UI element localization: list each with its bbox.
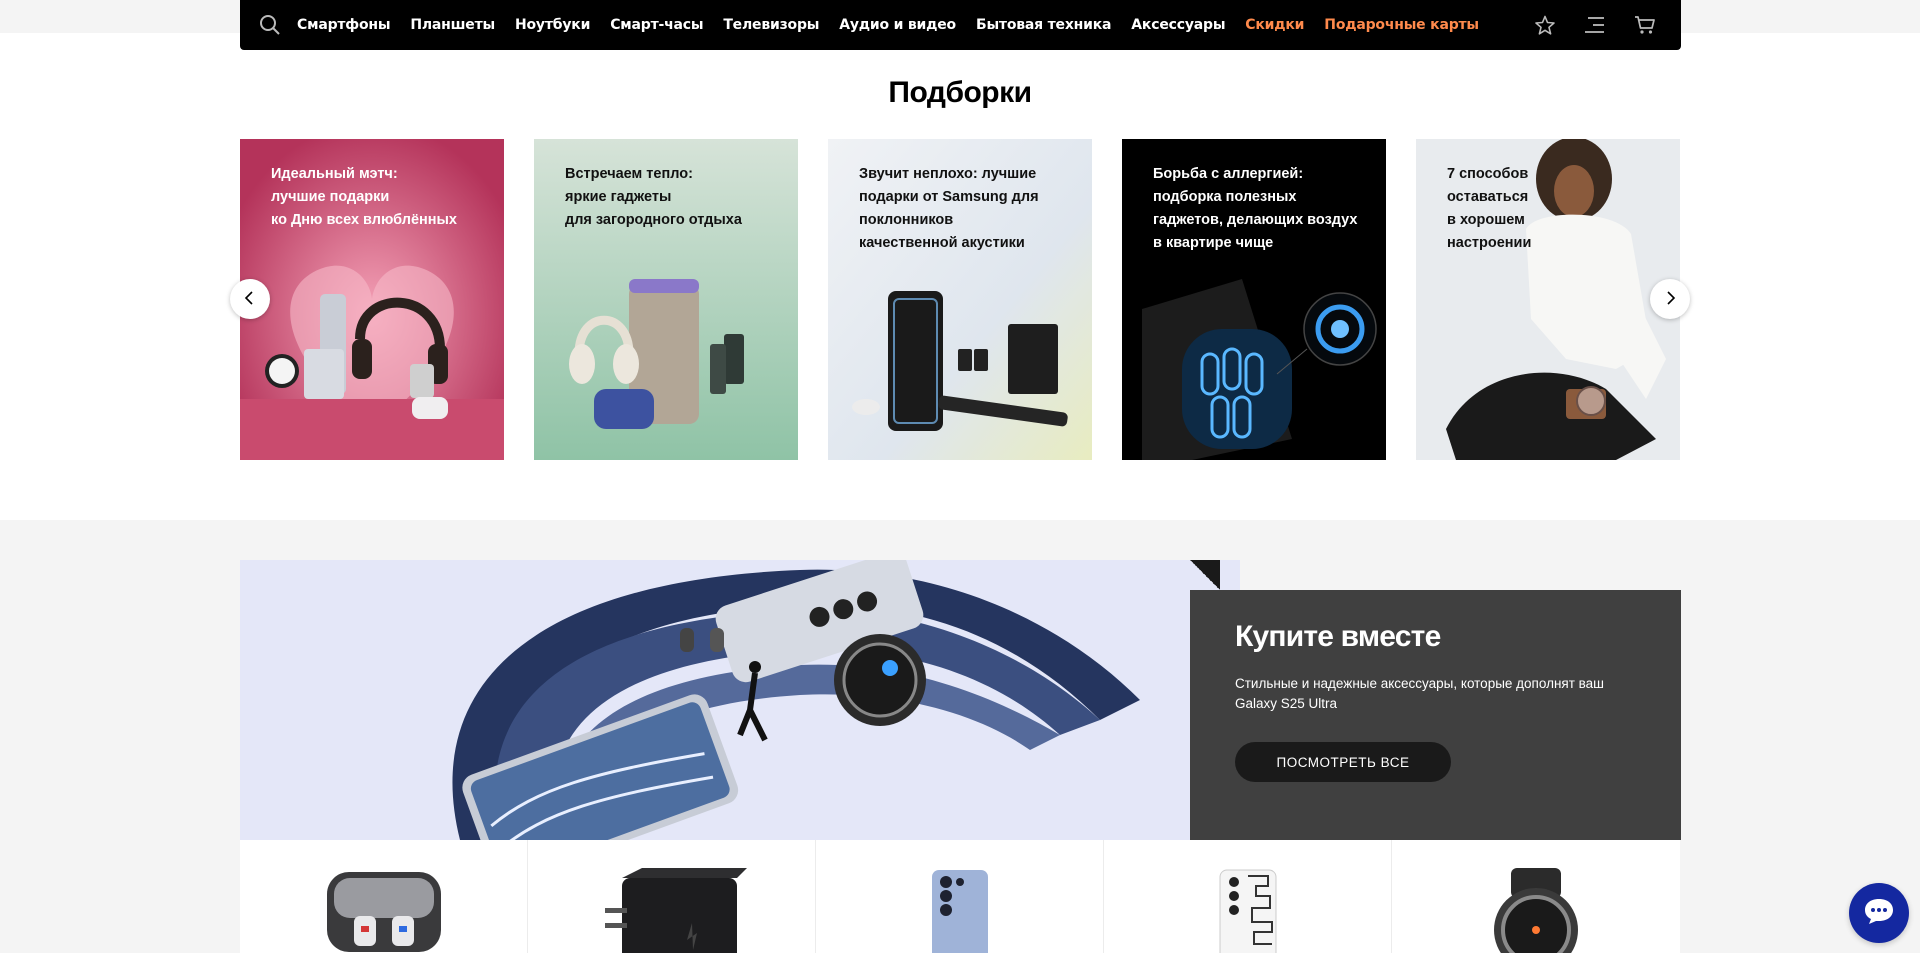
product-card-phone-case[interactable]	[816, 840, 1104, 953]
nav-item-tv[interactable]: Телевизоры	[723, 17, 819, 33]
phone-case-pattern-image	[1219, 869, 1276, 953]
search-icon[interactable]	[258, 13, 282, 37]
cart-icon[interactable]	[1633, 13, 1657, 37]
nav-item-accessories[interactable]: Аксессуары	[1131, 17, 1225, 33]
banner-corner	[1190, 560, 1220, 590]
collection-card-text: Встречаем тепло: яркие гаджеты для загор…	[565, 166, 742, 228]
collection-card-text: Борьба с аллергией: подборка полезных га…	[1153, 166, 1358, 251]
chevron-right-icon	[1664, 290, 1676, 309]
nav-item-audio-video[interactable]: Аудио и видео	[839, 17, 956, 33]
banner-image	[240, 560, 1240, 840]
collection-card-text: 7 способов оставаться в хорошем настроен…	[1447, 166, 1532, 251]
nav-icons	[1533, 13, 1657, 37]
promo-title: Купите вместе	[1235, 620, 1441, 653]
nav-item-gift-cards[interactable]: Подарочные карты	[1324, 17, 1479, 33]
menu-icon[interactable]	[1583, 13, 1607, 37]
collection-card-outdoor[interactable]: Встречаем тепло: яркие гаджеты для загор…	[534, 139, 798, 460]
view-all-button[interactable]: ПОСМОТРЕТЬ ВСЕ	[1235, 742, 1451, 782]
collection-card-valentines[interactable]: Идеальный мэтч: лучшие подарки ко Дню вс…	[240, 139, 504, 460]
banner-panel: Купите вместе Стильные и надежные аксесс…	[1190, 590, 1681, 840]
nav-items: Смартфоны Планшеты Ноутбуки Смарт-часы Т…	[297, 17, 1499, 33]
nav-item-laptops[interactable]: Ноутбуки	[515, 17, 590, 33]
phone-case-image	[931, 870, 988, 953]
carousel-next-button[interactable]	[1650, 279, 1690, 319]
product-card-watch[interactable]	[1392, 840, 1680, 953]
nav-item-smartwatches[interactable]: Смарт-часы	[610, 17, 703, 33]
buy-together-banner: Купите вместе Стильные и надежные аксесс…	[240, 560, 1681, 840]
chat-icon	[1863, 897, 1895, 929]
product-card-charger[interactable]	[528, 840, 816, 953]
collections-carousel: Идеальный мэтч: лучшие подарки ко Дню вс…	[240, 139, 1681, 460]
product-card-pattern-case[interactable]	[1104, 840, 1392, 953]
product-card-earbuds[interactable]	[240, 840, 528, 953]
collection-card-text: Идеальный мэтч: лучшие подарки ко Дню вс…	[271, 166, 457, 228]
nav-item-appliances[interactable]: Бытовая техника	[976, 17, 1112, 33]
carousel-prev-button[interactable]	[230, 279, 270, 319]
nav-item-tablets[interactable]: Планшеты	[410, 17, 495, 33]
product-strip	[240, 840, 1681, 953]
star-icon[interactable]	[1533, 13, 1557, 37]
charger-image	[604, 868, 747, 953]
promo-description: Стильные и надежные аксессуары, которые …	[1235, 676, 1605, 711]
nav-item-sales[interactable]: Скидки	[1245, 17, 1304, 33]
main-nav: Смартфоны Планшеты Ноутбуки Смарт-часы Т…	[240, 0, 1681, 50]
watch-image	[1494, 868, 1578, 953]
chat-button[interactable]	[1849, 883, 1909, 943]
collection-card-mood[interactable]: 7 способов оставаться в хорошем настроен…	[1416, 139, 1680, 460]
nav-item-smartphones[interactable]: Смартфоны	[297, 17, 391, 33]
collection-card-allergy[interactable]: Борьба с аллергией: подборка полезных га…	[1122, 139, 1386, 460]
collection-card-audio[interactable]: Звучит неплохо: лучшие подарки от Samsun…	[828, 139, 1092, 460]
collections-title: Подборки	[888, 76, 1032, 109]
chevron-left-icon	[244, 290, 256, 309]
collection-card-text: Звучит неплохо: лучшие подарки от Samsun…	[859, 166, 1039, 251]
earbuds-image	[326, 872, 441, 952]
